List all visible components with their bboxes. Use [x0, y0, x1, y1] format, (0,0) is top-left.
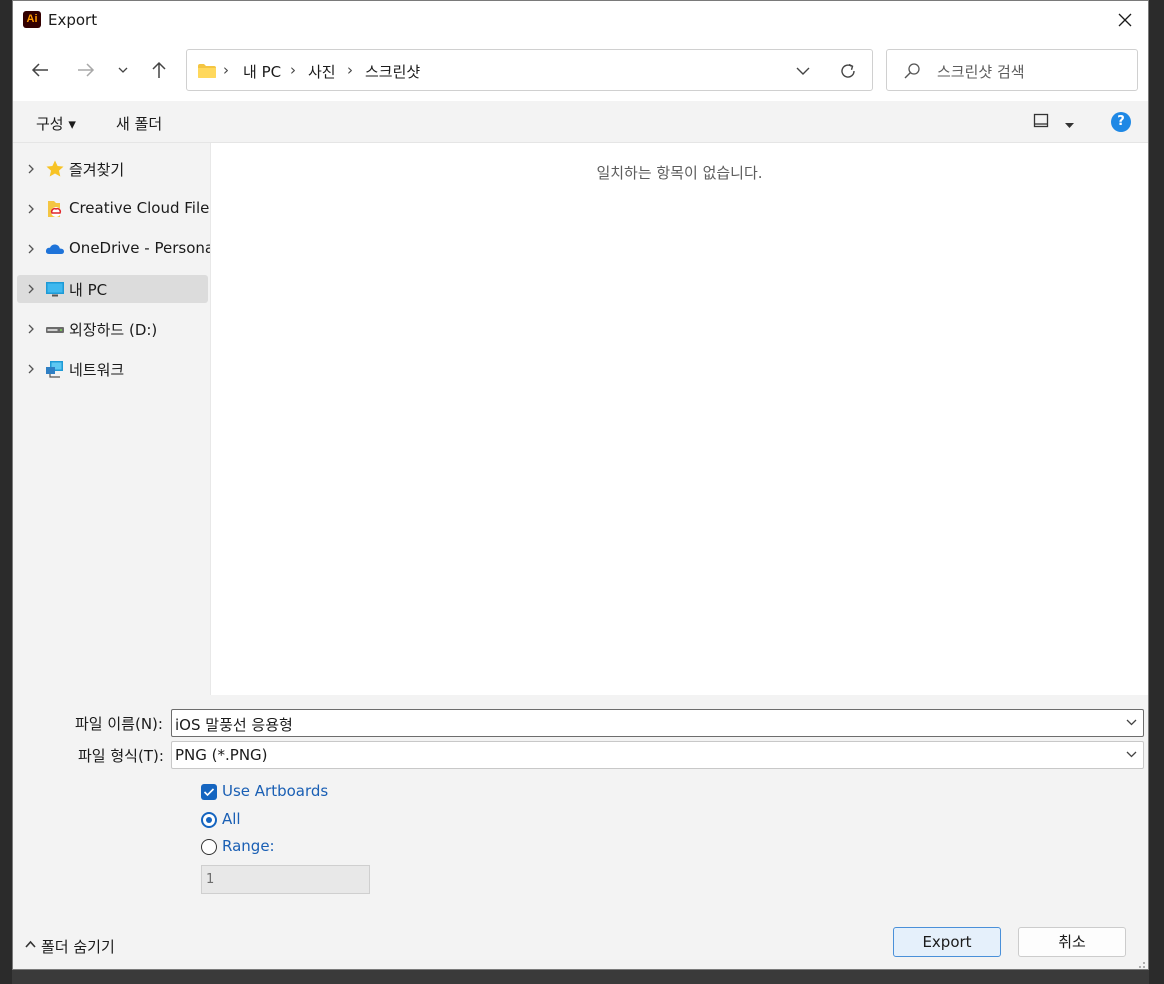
- caret-down-icon: [1065, 123, 1074, 128]
- arrow-up-icon: [152, 61, 166, 78]
- search-icon: [903, 62, 921, 84]
- sidebar-item-external-drive[interactable]: 외장하드 (D:): [17, 315, 208, 343]
- close-button[interactable]: [1102, 1, 1148, 39]
- creative-cloud-folder-icon: [48, 201, 62, 217]
- up-button[interactable]: [145, 56, 173, 84]
- sidebar-item-my-pc[interactable]: 내 PC: [17, 275, 208, 303]
- sidebar-item-creative-cloud-files[interactable]: Creative Cloud Files: [17, 195, 217, 223]
- background-app-edge: [0, 0, 12, 984]
- sidebar-item-label: 내 PC: [69, 281, 108, 299]
- close-icon: [1118, 13, 1132, 27]
- chevron-right-icon[interactable]: [25, 242, 37, 256]
- drive-icon: [46, 327, 64, 333]
- hide-folders-label: 폴더 숨기기: [41, 938, 115, 956]
- star-icon: [46, 160, 64, 177]
- chevron-down-icon[interactable]: [1126, 719, 1137, 726]
- search-placeholder: 스크린샷 검색: [937, 63, 1025, 81]
- filetype-select[interactable]: PNG (*.PNG): [171, 741, 1144, 769]
- sidebar-item-label: OneDrive - Personal: [69, 239, 219, 257]
- chevron-up-icon: [25, 940, 36, 948]
- all-radio[interactable]: [201, 812, 217, 828]
- refresh-button[interactable]: [837, 61, 859, 81]
- chevron-down-icon[interactable]: [1126, 751, 1137, 758]
- forward-button[interactable]: [72, 56, 100, 84]
- all-label: All: [222, 810, 241, 828]
- breadcrumb-separator: ›: [223, 61, 229, 79]
- sidebar-item-label: 네트워크: [69, 361, 125, 379]
- export-button[interactable]: Export: [893, 927, 1001, 957]
- sidebar-item-label: 외장하드 (D:): [69, 321, 158, 339]
- navigation-pane: 즐겨찾기 Creative Cloud Files OneDrive - Per…: [13, 143, 218, 695]
- view-pane-icon: [1033, 113, 1049, 128]
- resize-grip-icon[interactable]: [1136, 959, 1146, 969]
- arrow-left-icon: [31, 63, 48, 77]
- monitor-icon: [46, 282, 64, 297]
- range-input[interactable]: 1: [201, 865, 370, 894]
- background-app-right-edge: [1149, 0, 1164, 984]
- breadcrumb-item-my-pc[interactable]: 내 PC: [243, 61, 281, 82]
- sidebar-item-label: Creative Cloud Files: [69, 199, 218, 217]
- help-button[interactable]: ?: [1111, 112, 1131, 132]
- filename-label: 파일 이름(N):: [75, 715, 163, 733]
- view-options-button[interactable]: [1033, 113, 1049, 133]
- chevron-right-icon[interactable]: [25, 322, 37, 336]
- title-bar: Ai Export: [13, 1, 1148, 39]
- breadcrumb-separator: ›: [290, 61, 296, 79]
- address-bar[interactable]: › 내 PC › 사진 › 스크린샷: [186, 49, 873, 91]
- command-bar: 구성 ▾ 새 폴더 ?: [13, 101, 1148, 143]
- cancel-button[interactable]: 취소: [1018, 927, 1126, 957]
- empty-list-message: 일치하는 항목이 없습니다.: [596, 164, 763, 182]
- breadcrumb-separator: ›: [347, 61, 353, 79]
- sidebar-item-favorites[interactable]: 즐겨찾기: [17, 155, 208, 183]
- arrow-right-icon: [78, 63, 95, 77]
- chevron-right-icon[interactable]: [25, 202, 37, 216]
- filename-combobox[interactable]: iOS 말풍선 응용형: [171, 709, 1144, 737]
- chevron-right-icon[interactable]: [25, 282, 37, 296]
- view-options-dropdown[interactable]: [1065, 117, 1074, 133]
- sidebar-item-network[interactable]: 네트워크: [17, 355, 208, 383]
- navigation-row: › 내 PC › 사진 › 스크린샷 스크린샷 검색: [13, 39, 1148, 101]
- new-folder-button[interactable]: 새 폴더: [116, 113, 162, 134]
- dialog-footer: 폴더 숨기기 Export 취소: [13, 900, 1148, 969]
- chevron-down-icon: [796, 67, 810, 75]
- use-artboards-checkbox[interactable]: [201, 784, 217, 800]
- illustrator-app-icon: Ai: [23, 11, 41, 28]
- search-box[interactable]: 스크린샷 검색: [886, 49, 1138, 91]
- breadcrumb-item-screenshots[interactable]: 스크린샷: [365, 61, 420, 82]
- file-list-pane[interactable]: 일치하는 항목이 없습니다.: [211, 143, 1148, 695]
- sidebar-item-label: 즐겨찾기: [69, 161, 125, 179]
- chevron-right-icon[interactable]: [25, 162, 37, 176]
- window-title: Export: [48, 11, 98, 29]
- onedrive-cloud-icon: [45, 244, 64, 254]
- network-icon: [46, 361, 63, 378]
- range-radio[interactable]: [201, 839, 217, 855]
- breadcrumb-item-pictures[interactable]: 사진: [308, 61, 336, 82]
- filetype-value: PNG (*.PNG): [175, 746, 268, 764]
- filetype-label: 파일 형식(T):: [78, 747, 164, 765]
- address-history-dropdown[interactable]: [793, 62, 813, 80]
- folder-icon: [197, 63, 217, 83]
- organize-menu-button[interactable]: 구성 ▾: [36, 113, 76, 134]
- back-button[interactable]: [26, 56, 54, 84]
- refresh-icon: [841, 63, 855, 78]
- filename-value: iOS 말풍선 응용형: [175, 716, 293, 734]
- export-dialog: Ai Export › 내 PC › 사진 › 스크린샷 스크린샷 검색 구성 …: [12, 0, 1149, 970]
- sidebar-item-onedrive[interactable]: OneDrive - Personal: [17, 235, 218, 263]
- use-artboards-label: Use Artboards: [222, 782, 329, 800]
- range-label: Range:: [222, 837, 275, 855]
- chevron-down-icon: [118, 67, 128, 73]
- chevron-right-icon[interactable]: [25, 362, 37, 376]
- checkmark-icon: [203, 788, 215, 797]
- recent-locations-button[interactable]: [109, 56, 137, 84]
